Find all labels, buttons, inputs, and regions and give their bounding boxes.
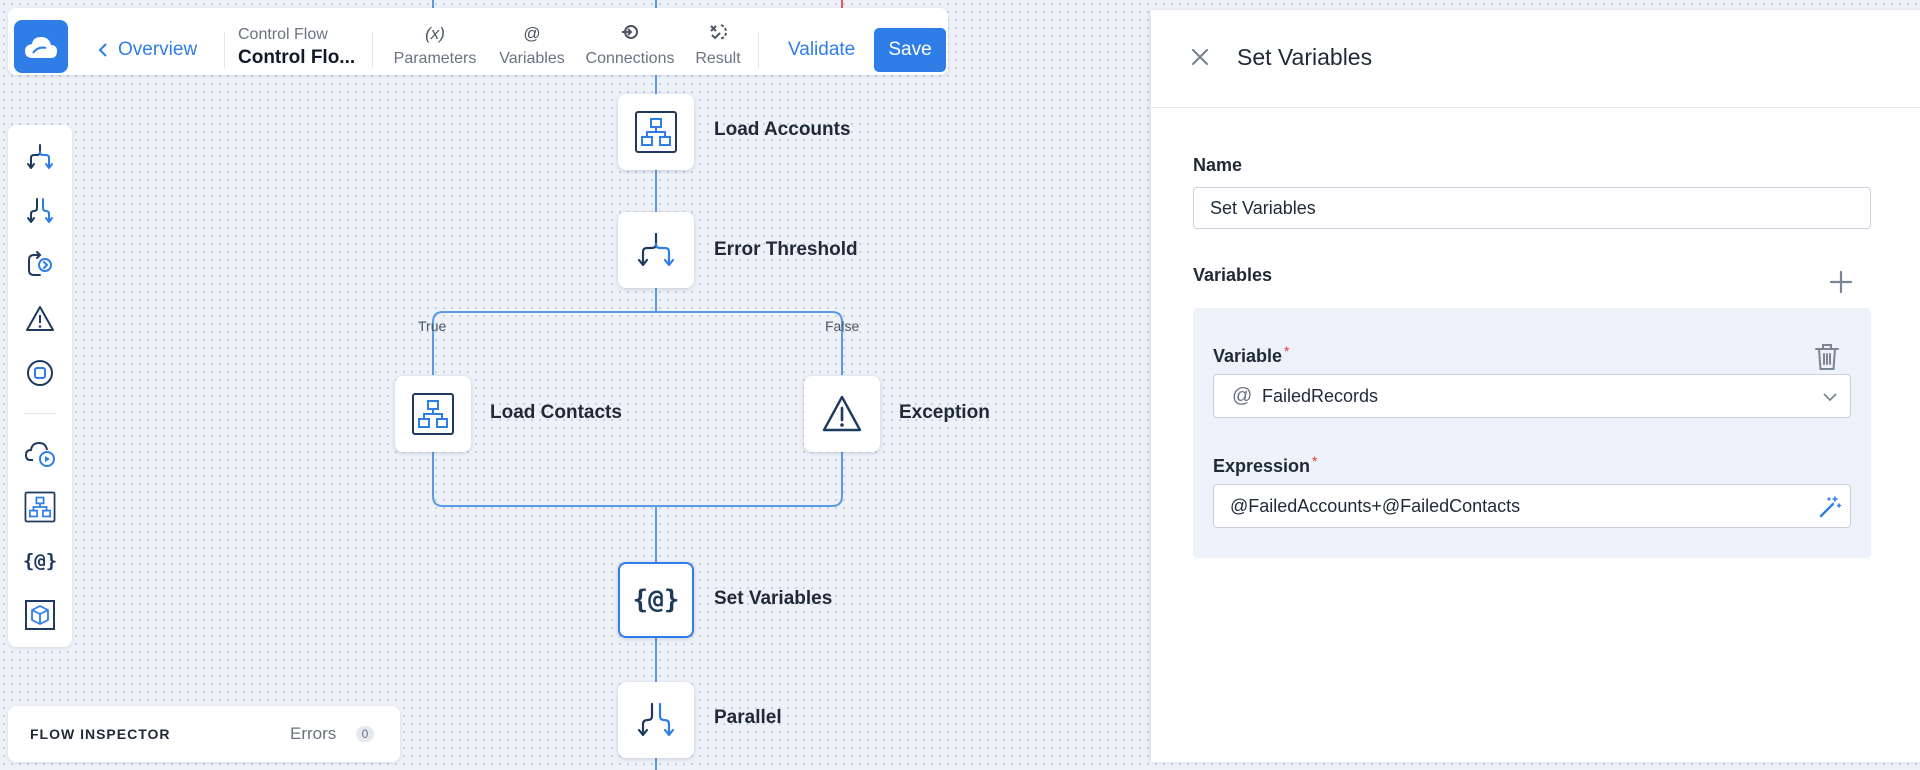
cloud-icon xyxy=(25,36,57,58)
box-icon xyxy=(25,600,55,630)
result-label: Result xyxy=(695,50,741,67)
flow-inspector[interactable]: FLOW INSPECTOR Errors 0 xyxy=(8,706,400,762)
cloud-logo-button[interactable] xyxy=(14,20,68,73)
overview-link[interactable]: Overview xyxy=(98,38,197,62)
node-label-load-contacts: Load Contacts xyxy=(490,402,622,423)
flow-name: Control Flo... xyxy=(238,47,356,68)
panel-title: Set Variables xyxy=(1237,44,1373,70)
node-load-contacts[interactable] xyxy=(395,376,471,452)
required-mark: * xyxy=(1284,343,1290,359)
palette-fork[interactable] xyxy=(20,137,60,177)
chevron-down-icon xyxy=(1823,393,1837,402)
parallel-icon xyxy=(637,702,675,737)
stop-icon xyxy=(27,360,53,386)
properties-panel: Set Variables Name Set Variables Variabl… xyxy=(1150,10,1920,762)
branch-label-true: True xyxy=(418,318,447,334)
data-flow-icon xyxy=(635,111,677,153)
variables-icon: @ xyxy=(523,24,541,43)
at-icon: @ xyxy=(1232,385,1253,407)
node-label-set-variables: Set Variables xyxy=(714,588,833,609)
set-variables-icon: {@} xyxy=(22,550,58,572)
trash-icon[interactable] xyxy=(1813,342,1841,372)
variables-label: Variables xyxy=(499,50,565,67)
magic-wand-icon[interactable] xyxy=(1818,495,1842,519)
chevron-left-icon xyxy=(98,43,107,57)
toolbar-result[interactable]: Result xyxy=(688,22,748,76)
palette-set-variables[interactable]: {@} xyxy=(20,541,60,581)
overview-label: Overview xyxy=(118,39,198,60)
node-parallel[interactable] xyxy=(618,682,694,758)
data-flow-icon xyxy=(24,491,56,523)
panel-header: Set Variables xyxy=(1151,10,1920,108)
fork-icon xyxy=(637,232,675,267)
flow-inspector-title: FLOW INSPECTOR xyxy=(30,726,171,742)
palette-cloud-task[interactable] xyxy=(20,433,60,473)
parameters-icon: (x) xyxy=(425,24,445,43)
palette-exception[interactable] xyxy=(20,299,60,339)
node-load-accounts[interactable] xyxy=(618,94,694,170)
name-label: Name xyxy=(1193,155,1243,175)
palette-data-flow[interactable] xyxy=(20,487,60,527)
connector-branch-split xyxy=(432,311,843,375)
toolbar-variables[interactable]: @ Variables xyxy=(492,22,572,76)
result-icon xyxy=(707,22,729,46)
cloud-play-icon xyxy=(24,441,55,467)
exception-icon xyxy=(26,306,54,331)
save-button[interactable]: Save xyxy=(874,28,946,72)
node-error-threshold[interactable] xyxy=(618,212,694,288)
node-label-parallel: Parallel xyxy=(714,707,782,728)
parameters-label: Parameters xyxy=(393,50,477,67)
palette-divider xyxy=(24,413,56,414)
toolbar-parameters[interactable]: (x) Parameters xyxy=(392,22,478,76)
node-label-error-threshold: Error Threshold xyxy=(714,239,858,260)
node-label-load-accounts: Load Accounts xyxy=(714,119,851,140)
connections-icon xyxy=(620,22,640,46)
required-mark: * xyxy=(1312,453,1318,469)
add-variable-button[interactable] xyxy=(1827,268,1855,296)
palette-parallel[interactable] xyxy=(20,191,60,231)
flow-type-label: Control Flow xyxy=(238,26,328,43)
expression-label: Expression * xyxy=(1213,453,1318,476)
palette-stop[interactable] xyxy=(20,353,60,393)
node-label-exception: Exception xyxy=(899,402,990,423)
parallel-icon xyxy=(27,198,53,223)
variable-label: Variable * xyxy=(1213,343,1290,366)
connector-branch-merge xyxy=(432,452,843,507)
variables-section-label: Variables xyxy=(1193,265,1273,285)
set-variables-icon: {@} xyxy=(632,585,680,615)
loop-icon xyxy=(28,251,52,276)
variable-select-value: FailedRecords xyxy=(1262,386,1379,406)
component-palette: {@} xyxy=(8,125,72,647)
expression-field[interactable]: @FailedAccounts+@FailedContacts xyxy=(1213,484,1851,528)
fork-icon xyxy=(27,144,53,169)
validate-button[interactable]: Validate xyxy=(788,39,855,61)
close-icon[interactable] xyxy=(1187,44,1213,70)
name-field[interactable]: Set Variables xyxy=(1193,187,1871,229)
variable-card: Variable * @ FailedRecords Expression * @F… xyxy=(1193,308,1871,558)
variable-select[interactable]: @ FailedRecords xyxy=(1213,374,1851,418)
flow-connectors xyxy=(432,0,843,770)
exception-icon xyxy=(822,395,862,432)
palette-box[interactable] xyxy=(20,595,60,635)
flow-title: Control Flow Control Flo... xyxy=(238,25,355,71)
errors-tab[interactable]: Errors xyxy=(290,724,336,744)
data-flow-icon xyxy=(412,393,454,435)
branch-label-false: False xyxy=(825,318,860,334)
connections-label: Connections xyxy=(585,50,675,67)
node-set-variables[interactable]: {@} xyxy=(618,562,694,638)
toolbar-connections[interactable]: Connections xyxy=(580,22,680,76)
top-toolbar: Overview Control Flow Control Flo... (x)… xyxy=(8,8,948,75)
expression-value: @FailedAccounts+@FailedContacts xyxy=(1230,496,1521,516)
node-exception[interactable] xyxy=(804,376,880,452)
palette-loop[interactable] xyxy=(20,245,60,285)
errors-count-badge: 0 xyxy=(356,726,374,742)
